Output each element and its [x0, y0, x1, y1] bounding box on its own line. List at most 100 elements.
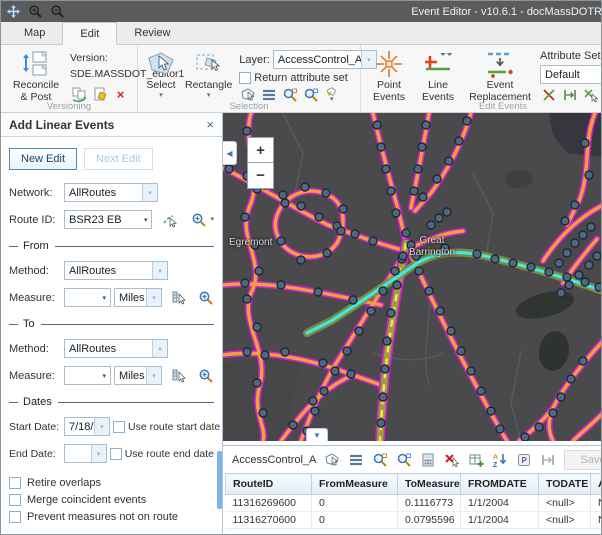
- merge-coincident-events-checkbox[interactable]: [9, 494, 21, 506]
- table-add-record-icon[interactable]: [468, 452, 484, 468]
- use-route-start-date-checkbox[interactable]: [113, 421, 125, 433]
- select-button[interactable]: Select ▾: [144, 48, 178, 100]
- line-events-button[interactable]: Line Events: [416, 48, 460, 105]
- end-date-arrow-icon[interactable]: ▾: [91, 445, 106, 462]
- column-header-tomeasure[interactable]: ToMeasure: [398, 474, 461, 495]
- column-header-frommeasure[interactable]: FromMeasure: [312, 474, 398, 495]
- tab-edit[interactable]: Edit: [62, 22, 117, 45]
- table-identify-icon[interactable]: P: [516, 452, 532, 468]
- table-list-icon[interactable]: [348, 452, 364, 468]
- to-units-dropdown[interactable]: Miles ▾: [114, 366, 162, 385]
- attribute-set-dropdown[interactable]: Default ▾: [540, 65, 601, 84]
- zoom-to-from-measure-icon[interactable]: [198, 290, 214, 306]
- from-units-arrow-icon[interactable]: ▾: [146, 289, 161, 306]
- to-method-value: AllRoutes: [65, 343, 152, 355]
- table-cell[interactable]: 0.1116773: [398, 495, 461, 512]
- table-delete-record-icon[interactable]: [444, 452, 460, 468]
- table-cell[interactable]: <null>: [539, 512, 591, 529]
- table-cell[interactable]: 0: [312, 512, 398, 529]
- start-date-input[interactable]: 7/18/ ▾: [64, 417, 110, 436]
- use-route-end-date-label: Use route end date: [125, 448, 214, 460]
- pick-to-measure-icon[interactable]: [171, 368, 187, 384]
- network-dropdown-arrow-icon[interactable]: ▾: [142, 184, 157, 201]
- table-cell[interactable]: 11316269600: [226, 495, 312, 512]
- table-cell[interactable]: 0: [312, 495, 398, 512]
- event-replacement-button[interactable]: Event Replacement: [465, 48, 535, 105]
- table-row[interactable]: 1131627060000.07955961/1/2004<null>N: [226, 512, 602, 529]
- zoom-to-to-measure-icon[interactable]: [198, 368, 214, 384]
- zoom-in-icon[interactable]: [28, 4, 43, 19]
- save-button[interactable]: Save: [564, 450, 601, 470]
- tab-map[interactable]: Map: [7, 22, 62, 44]
- use-route-end-date-checkbox[interactable]: [110, 448, 122, 460]
- reconcile-icon[interactable]: [70, 86, 87, 102]
- table-cell[interactable]: N: [591, 512, 602, 529]
- attribute-set-value: Default: [541, 69, 601, 81]
- zoom-out-icon[interactable]: [50, 4, 65, 19]
- column-header-ac[interactable]: AC: [591, 474, 602, 495]
- from-method-dropdown[interactable]: AllRoutes ▾: [64, 261, 168, 280]
- from-measure-arrow-icon[interactable]: ▾: [98, 294, 110, 302]
- close-icon[interactable]: ×: [206, 117, 214, 132]
- to-method-dropdown[interactable]: AllRoutes ▾: [64, 339, 168, 358]
- network-dropdown[interactable]: AllRoutes ▾: [64, 183, 158, 202]
- zoom-route-caret-icon[interactable]: ▾: [210, 216, 214, 223]
- table-cell[interactable]: <null>: [539, 495, 591, 512]
- pan-icon[interactable]: [6, 4, 21, 19]
- ribbon-section-selection: Select ▾ Rectangle ▾ Layer: AccessContro…: [138, 45, 361, 112]
- to-method-arrow-icon[interactable]: ▾: [152, 340, 167, 357]
- table-offset-icon[interactable]: [540, 452, 556, 468]
- point-events-button[interactable]: Point Events: [367, 48, 411, 105]
- new-edit-button[interactable]: New Edit: [9, 148, 77, 170]
- table-row[interactable]: 1131626960000.11167731/1/2004<null>N: [226, 495, 602, 512]
- delete-version-icon[interactable]: ×: [112, 86, 129, 102]
- to-measure-combo[interactable]: ▾: [64, 366, 111, 385]
- select-caret-icon[interactable]: ▾: [159, 92, 163, 99]
- select-route-on-map-icon[interactable]: [162, 212, 178, 228]
- table-cell[interactable]: 1/1/2004: [461, 495, 539, 512]
- rectangle-select-button[interactable]: Rectangle ▾: [183, 48, 234, 100]
- tab-review[interactable]: Review: [117, 22, 187, 44]
- to-units-arrow-icon[interactable]: ▾: [146, 367, 161, 384]
- return-attribute-set-checkbox[interactable]: [239, 72, 251, 84]
- map-zoom-in-button[interactable]: +: [247, 137, 274, 163]
- zoom-to-route-icon[interactable]: [191, 212, 207, 228]
- retire-overlaps-checkbox[interactable]: [9, 477, 21, 489]
- to-measure-arrow-icon[interactable]: ▾: [98, 372, 110, 380]
- collapse-panel-icon[interactable]: ◀: [223, 141, 237, 165]
- reconcile-post-button[interactable]: Reconcile & Post: [7, 48, 65, 105]
- table-cell[interactable]: N: [591, 495, 602, 512]
- prevent-measures-checkbox[interactable]: [9, 511, 21, 523]
- table-cell[interactable]: 1/1/2004: [461, 512, 539, 529]
- from-units-dropdown[interactable]: Miles ▾: [114, 288, 162, 307]
- rectangle-caret-icon[interactable]: ▾: [207, 92, 211, 99]
- layer-value: AccessControl_A: [274, 54, 361, 66]
- column-header-todate[interactable]: TODATE: [539, 474, 591, 495]
- table-pan-to-icon[interactable]: [396, 452, 412, 468]
- collapse-table-icon[interactable]: ▼: [306, 428, 328, 441]
- column-header-routeid[interactable]: RouteID: [226, 474, 312, 495]
- table-cell[interactable]: 11316270600: [226, 512, 312, 529]
- table-select-shape-icon[interactable]: [324, 452, 340, 468]
- map-zoom-out-button[interactable]: −: [247, 163, 274, 189]
- table-sort-icon[interactable]: AZ: [492, 452, 508, 468]
- start-date-arrow-icon[interactable]: ▾: [94, 418, 109, 435]
- pick-from-measure-icon[interactable]: [171, 290, 187, 306]
- table-cell[interactable]: 0.0795596: [398, 512, 461, 529]
- end-date-input[interactable]: ▾: [64, 444, 107, 463]
- dates-legend: Dates: [9, 396, 214, 408]
- from-measure-combo[interactable]: ▾: [64, 288, 111, 307]
- select-label: Select: [146, 80, 175, 92]
- table-calculate-icon[interactable]: [420, 452, 436, 468]
- next-edit-button[interactable]: Next Edit: [84, 148, 153, 170]
- route-id-arrow-icon[interactable]: ▾: [140, 216, 152, 224]
- route-id-combo[interactable]: BSR23 EB ▾: [64, 210, 152, 229]
- new-version-icon[interactable]: [91, 86, 108, 102]
- table-header-row: RouteIDFromMeasureToMeasureFROMDATETODAT…: [226, 474, 602, 495]
- from-method-arrow-icon[interactable]: ▾: [152, 262, 167, 279]
- column-header-fromdate[interactable]: FROMDATE: [461, 474, 539, 495]
- map-canvas[interactable]: Egremont Great Barrington + − ◀ ▼: [223, 113, 601, 441]
- panel-scrollbar[interactable]: [217, 451, 222, 509]
- layer-label: Layer:: [239, 54, 270, 66]
- table-zoom-to-icon[interactable]: [372, 452, 388, 468]
